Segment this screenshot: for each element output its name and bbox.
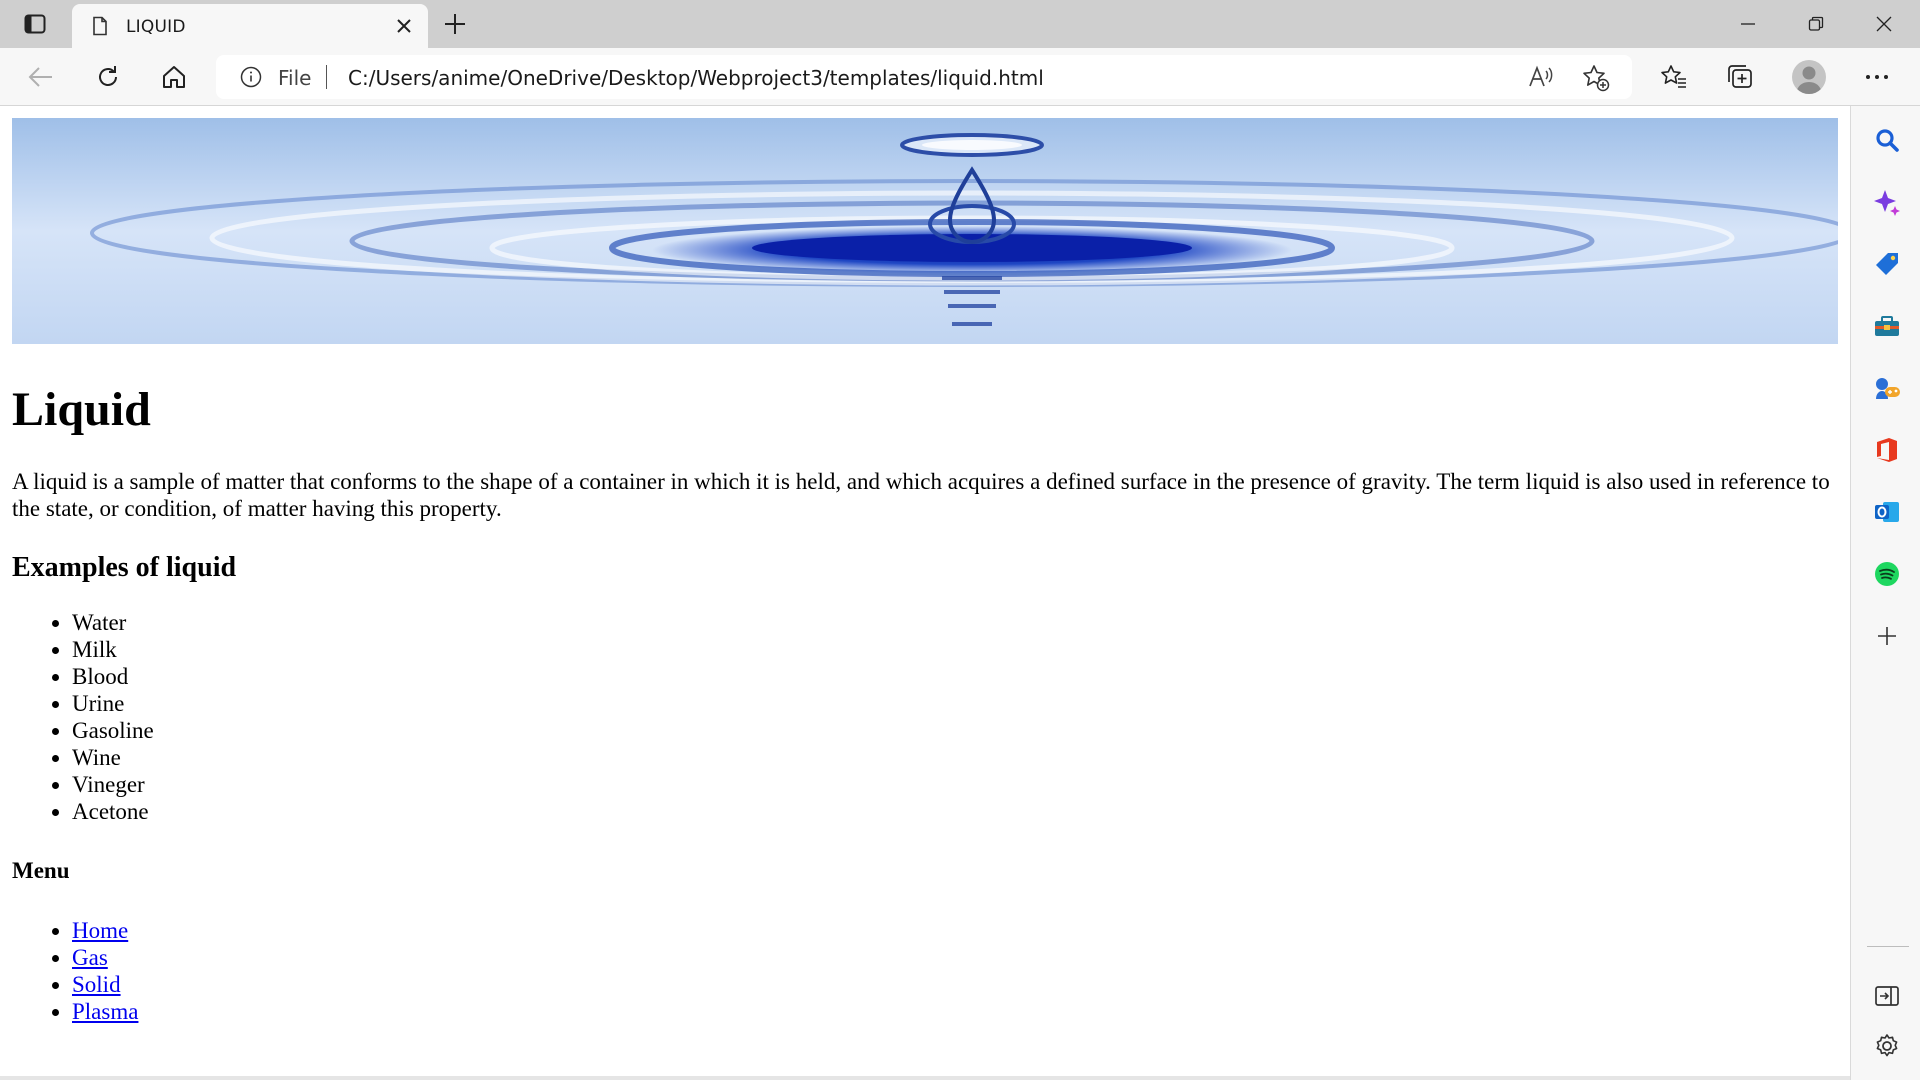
menu-item-gas: Gas (72, 944, 138, 971)
close-tab-icon[interactable] (394, 16, 414, 36)
search-icon (1876, 129, 1899, 152)
favorites-icon (1661, 65, 1686, 88)
page-content: Liquid A liquid is a sample of matter th… (0, 106, 1850, 1080)
list-item: Wine (72, 744, 154, 771)
copilot-icon (1874, 190, 1900, 216)
list-item: Urine (72, 690, 154, 717)
add-favorite-icon[interactable] (1582, 64, 1610, 92)
refresh-icon (99, 66, 117, 86)
games-icon (1876, 378, 1900, 399)
plasma-link[interactable]: Plasma (72, 999, 138, 1024)
sidebar-hide-button[interactable] (1873, 982, 1901, 1010)
home-link[interactable]: Home (72, 918, 128, 943)
more-icon (1866, 75, 1888, 79)
menu-item-plasma: Plasma (72, 998, 138, 1025)
list-item: Acetone (72, 798, 154, 825)
tab-strip: LIQUID (0, 0, 1920, 48)
solid-link[interactable]: Solid (72, 972, 121, 997)
tools-icon (1875, 316, 1899, 336)
collections-icon (1728, 65, 1752, 88)
sidebar-games-button[interactable] (1873, 374, 1901, 402)
list-item: Water (72, 609, 154, 636)
profile-avatar[interactable] (1792, 60, 1826, 94)
edge-sidebar (1850, 106, 1920, 1080)
list-item: Blood (72, 663, 154, 690)
outlook-icon (1875, 502, 1899, 522)
sidebar-outlook-button[interactable] (1873, 498, 1901, 526)
sidebar-shopping-button[interactable] (1873, 250, 1901, 278)
info-icon[interactable] (240, 66, 262, 88)
home-button[interactable] (157, 60, 191, 94)
sidebar-search-button[interactable] (1873, 126, 1901, 154)
new-tab-icon[interactable] (442, 11, 468, 37)
browser-toolbar: File C:/Users/anime/OneDrive/Desktop/Web… (0, 48, 1920, 106)
hide-sidebar-icon (1875, 986, 1899, 1006)
examples-list: Water Milk Blood Urine Gasoline Wine Vin… (72, 609, 154, 825)
menu-heading: Menu (12, 858, 70, 883)
home-icon (163, 66, 185, 88)
address-separator (326, 65, 327, 89)
restore-button[interactable] (1788, 8, 1844, 40)
minimize-icon (1741, 23, 1755, 25)
refresh-button[interactable] (91, 60, 125, 94)
sidebar-add-button[interactable] (1873, 622, 1901, 650)
sidebar-tools-button[interactable] (1873, 312, 1901, 340)
active-tab[interactable]: LIQUID (72, 4, 428, 48)
read-aloud-icon[interactable] (1528, 65, 1554, 89)
minimize-button[interactable] (1720, 8, 1776, 40)
page-icon (93, 16, 107, 36)
close-window-button[interactable] (1856, 8, 1912, 40)
settings-icon (1876, 1034, 1898, 1057)
water-drop-banner (12, 118, 1838, 344)
add-icon (1878, 627, 1896, 645)
address-scheme: File (278, 66, 312, 90)
shopping-icon (1876, 253, 1898, 275)
sidebar-spotify-button[interactable] (1873, 560, 1901, 588)
examples-heading: Examples of liquid (12, 552, 237, 583)
sidebar-settings-button[interactable] (1873, 1032, 1901, 1060)
menu-item-home: Home (72, 917, 138, 944)
liquid-description: A liquid is a sample of matter that conf… (12, 469, 1830, 521)
favorites-button[interactable] (1657, 60, 1691, 94)
tab-title: LIQUID (126, 17, 186, 37)
close-window-icon (1876, 16, 1892, 32)
address-url[interactable]: C:/Users/anime/OneDrive/Desktop/Webproje… (348, 66, 1044, 90)
list-item: Milk (72, 636, 154, 663)
office-icon (1877, 438, 1897, 462)
horizontal-scrollbar[interactable] (0, 1076, 1850, 1080)
list-item: Vineger (72, 771, 154, 798)
back-button[interactable] (24, 60, 58, 94)
menu-list: Home Gas Solid Plasma (72, 917, 138, 1025)
tab-actions-icon (24, 14, 46, 34)
gas-link[interactable]: Gas (72, 945, 108, 970)
address-bar[interactable]: File C:/Users/anime/OneDrive/Desktop/Web… (216, 55, 1632, 99)
collections-button[interactable] (1723, 60, 1757, 94)
spotify-icon (1875, 562, 1899, 586)
tab-actions-button[interactable] (16, 12, 54, 36)
settings-more-button[interactable] (1860, 60, 1894, 94)
restore-icon (1808, 16, 1824, 31)
sidebar-copilot-button[interactable] (1873, 188, 1901, 216)
sidebar-divider (1867, 946, 1909, 947)
menu-item-solid: Solid (72, 971, 138, 998)
profile-icon (1796, 66, 1822, 94)
list-item: Gasoline (72, 717, 154, 744)
page-heading: Liquid (12, 383, 151, 436)
back-arrow-icon (28, 67, 52, 87)
sidebar-office-button[interactable] (1873, 436, 1901, 464)
